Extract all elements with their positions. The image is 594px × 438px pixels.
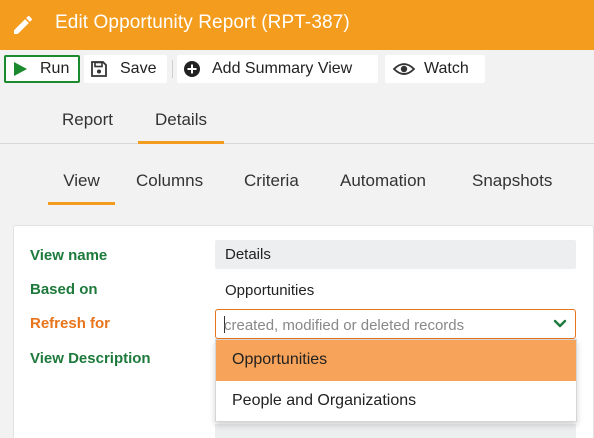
tab-snapshots[interactable]: Snapshots [472, 171, 552, 205]
dropdown-option-people-and-organizations[interactable]: People and Organizations [216, 381, 576, 422]
run-button-label: Run [40, 60, 70, 77]
primary-tabs: Report Details [0, 96, 594, 144]
tab-automation[interactable]: Automation [340, 171, 426, 205]
eye-icon [393, 63, 415, 75]
view-name-label: View name [30, 247, 108, 264]
based-on-label: Based on [30, 281, 98, 298]
run-button[interactable]: Run [4, 55, 80, 83]
toolbar: Run Save Add Summary View Watch [0, 50, 594, 89]
toolbar-divider [172, 60, 173, 78]
add-summary-view-label: Add Summary View [212, 60, 353, 77]
tab-report[interactable]: Report [62, 110, 113, 144]
dropdown-option-opportunities[interactable]: Opportunities [216, 340, 576, 381]
tab-details[interactable]: Details [138, 110, 224, 144]
refresh-for-select[interactable]: created, modified or deleted records [215, 309, 576, 339]
pencil-icon [14, 15, 33, 35]
floppy-disk-icon [91, 61, 107, 77]
refresh-for-placeholder: created, modified or deleted records [224, 317, 465, 334]
secondary-tabs: View Columns Criteria Automation Snapsho… [0, 160, 594, 205]
refresh-for-label: Refresh for [30, 315, 111, 332]
title-bar: Edit Opportunity Report (RPT-387) [0, 0, 594, 50]
tab-view[interactable]: View [48, 171, 115, 205]
add-summary-view-button[interactable]: Add Summary View [177, 55, 378, 83]
refresh-for-dropdown: Opportunities People and Organizations [215, 339, 577, 422]
window-title: Edit Opportunity Report (RPT-387) [55, 12, 350, 33]
view-description-field[interactable] [215, 424, 576, 438]
watch-button[interactable]: Watch [385, 55, 485, 83]
plus-circle-icon [184, 61, 200, 77]
tab-columns[interactable]: Columns [136, 171, 203, 205]
view-description-label: View Description [30, 350, 151, 367]
save-button[interactable]: Save [84, 55, 167, 83]
play-icon [14, 62, 27, 76]
based-on-value: Opportunities [225, 282, 315, 299]
save-button-label: Save [120, 60, 157, 77]
view-name-field[interactable]: Details [215, 240, 576, 269]
chevron-down-icon[interactable] [553, 319, 567, 329]
watch-button-label: Watch [424, 60, 469, 77]
tab-criteria[interactable]: Criteria [244, 171, 299, 205]
